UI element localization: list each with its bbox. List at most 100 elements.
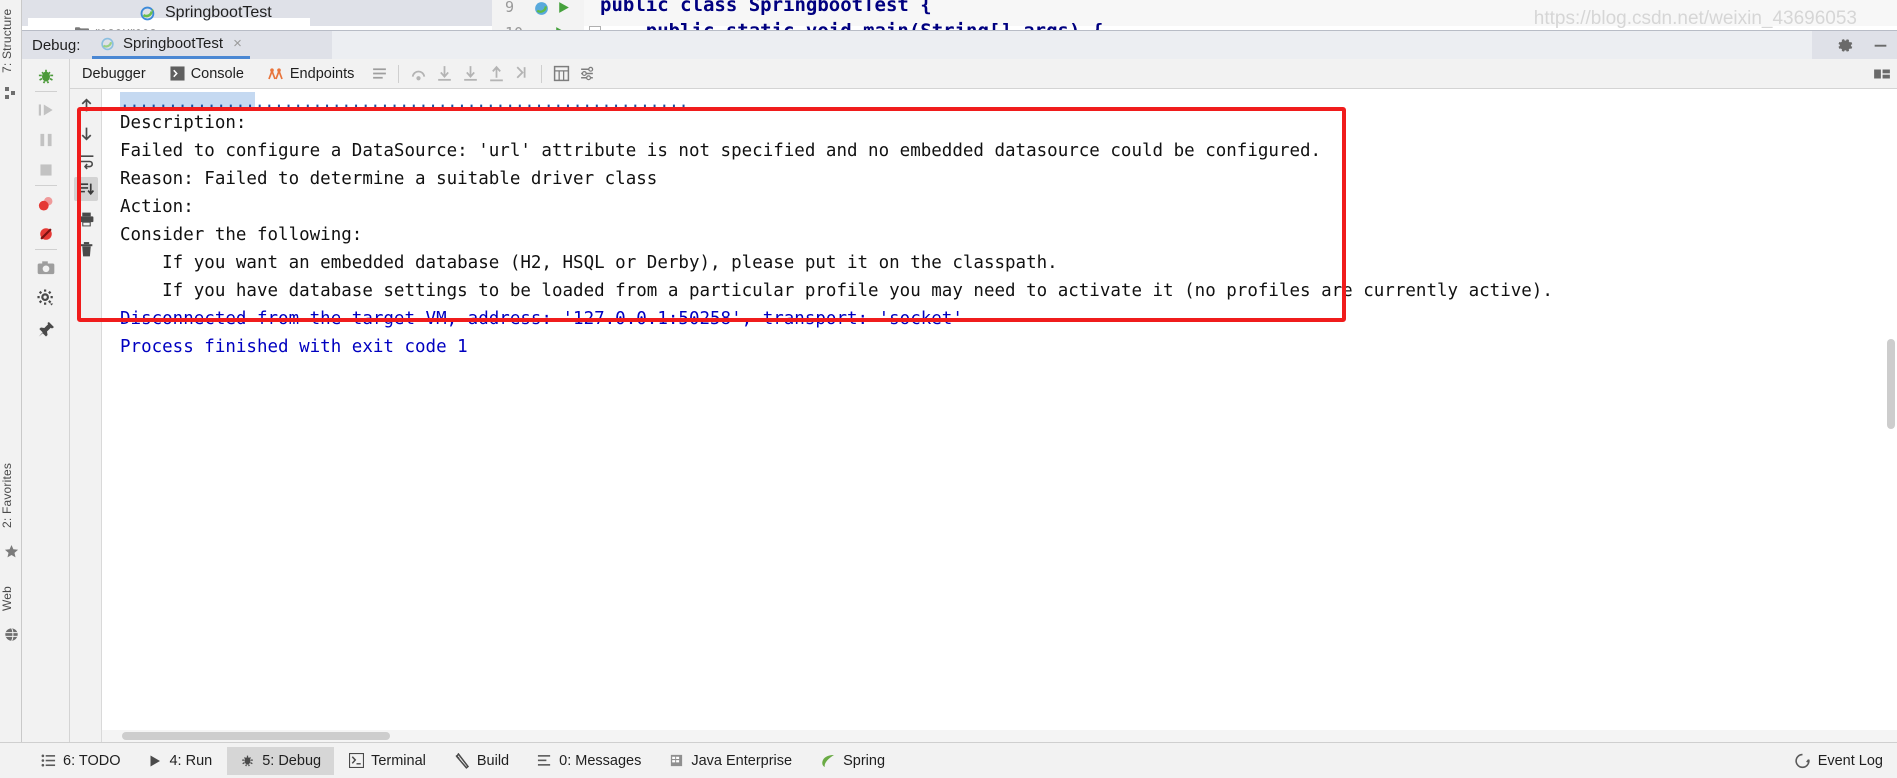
trash-icon[interactable]: [74, 237, 98, 261]
debug-tool-window: Debug: SpringbootTest ×: [22, 30, 1897, 742]
status-bar: 6: TODO 4: Run 5: Debug: [0, 742, 1897, 778]
console-line: Reason: Failed to determine a suitable d…: [102, 165, 1897, 193]
console-horizontal-scrollbar[interactable]: [102, 730, 1897, 742]
evaluate-expression-button[interactable]: [548, 61, 574, 87]
build-icon: [454, 753, 470, 769]
star-icon: [3, 543, 19, 559]
debug-run-configuration-label: SpringbootTest: [123, 35, 223, 52]
debug-run-configuration-tab[interactable]: SpringbootTest ×: [92, 31, 250, 59]
pause-program-button[interactable]: [33, 127, 59, 153]
run-gutter-icon[interactable]: [556, 0, 571, 15]
console-line: Failed to configure a DataSource: 'url' …: [102, 137, 1897, 165]
resume-program-button[interactable]: [33, 97, 59, 123]
camera-icon[interactable]: [33, 255, 59, 281]
statusbar-item-build[interactable]: Build: [441, 747, 522, 775]
toolbar-separator: [398, 65, 399, 83]
run-icon: [148, 754, 162, 768]
rail-item-favorites[interactable]: 2: Favorites: [0, 452, 22, 538]
event-log-icon: [1794, 753, 1811, 770]
console-line: If you have database settings to be load…: [102, 277, 1897, 305]
editor-tab-springboottest[interactable]: SpringbootTest: [140, 0, 272, 26]
left-tool-rail: 7: Structure 2: Favorites Web: [0, 0, 22, 778]
close-icon[interactable]: ×: [233, 35, 242, 52]
console-line: Process finished with exit code 1: [102, 333, 1897, 361]
rerun-debug-button[interactable]: [33, 63, 59, 89]
restore-layout-icon[interactable]: [1873, 65, 1891, 83]
statusbar-item-run-label: 4: Run: [169, 753, 212, 769]
ide-window: SpringbootTest resources 9 10: [0, 0, 1897, 778]
stop-program-button[interactable]: [33, 157, 59, 183]
scrollbar-thumb[interactable]: [122, 732, 390, 740]
debug-titlebar-filler: [332, 31, 1812, 59]
settings-list-button[interactable]: [574, 61, 600, 87]
structure-icon: [3, 84, 19, 100]
statusbar-item-messages[interactable]: 0: Messages: [524, 747, 654, 775]
debug-window-title: Debug:: [32, 37, 80, 54]
minimize-icon[interactable]: [1872, 37, 1889, 54]
show-options-menu-button[interactable]: [366, 61, 392, 87]
editor-tab-label: SpringbootTest: [165, 4, 272, 22]
run-to-cursor-button[interactable]: [509, 61, 535, 87]
mute-breakpoints-button[interactable]: [33, 221, 59, 247]
scroll-to-end-button[interactable]: [74, 177, 98, 201]
pin-icon[interactable]: [33, 317, 59, 343]
step-out-button[interactable]: [483, 61, 509, 87]
debug-titlebar-actions: [1837, 31, 1889, 59]
toolbar-separator: [541, 65, 542, 83]
rail-item-structure[interactable]: 7: Structure: [0, 2, 22, 80]
code-line: public class SpringbootTest {: [600, 0, 932, 16]
statusbar-item-spring[interactable]: Spring: [807, 747, 898, 775]
print-button[interactable]: [74, 207, 98, 231]
statusbar-item-todo[interactable]: 6: TODO: [28, 747, 133, 775]
spring-class-icon: [140, 5, 157, 22]
statusbar-event-log[interactable]: Event Log: [1794, 743, 1883, 778]
rail-item-web[interactable]: Web: [0, 576, 22, 620]
endpoints-icon: [268, 66, 284, 82]
scrollbar-thumb[interactable]: [1887, 339, 1895, 429]
statusbar-event-log-label: Event Log: [1818, 753, 1883, 769]
statusbar-item-todo-label: 6: TODO: [63, 753, 120, 769]
statusbar-item-terminal-label: Terminal: [371, 753, 426, 769]
console-icon: [170, 66, 185, 81]
force-step-into-button[interactable]: [457, 61, 483, 87]
console-line: Action:: [102, 193, 1897, 221]
console-output[interactable]: ........................................…: [102, 89, 1897, 743]
statusbar-item-java-enterprise-label: Java Enterprise: [691, 753, 792, 769]
console-line: Consider the following:: [102, 221, 1897, 249]
terminal-icon: [349, 753, 364, 768]
statusbar-item-terminal[interactable]: Terminal: [336, 747, 439, 775]
gear-icon[interactable]: [33, 285, 59, 311]
spring-bean-gutter-icon[interactable]: [533, 0, 550, 17]
down-the-stack-trace-button[interactable]: [74, 121, 98, 145]
tab-console[interactable]: Console: [158, 59, 256, 89]
view-breakpoints-button[interactable]: [33, 191, 59, 217]
debug-side-actions: [22, 59, 70, 743]
tab-debugger[interactable]: Debugger: [70, 59, 158, 89]
messages-icon: [537, 753, 552, 768]
todo-icon: [41, 753, 56, 768]
console-line: ........................................…: [102, 93, 1897, 109]
up-the-stack-trace-button[interactable]: [74, 93, 98, 117]
step-over-button[interactable]: [405, 61, 431, 87]
statusbar-item-run[interactable]: 4: Run: [135, 747, 225, 775]
statusbar-item-debug[interactable]: 5: Debug: [227, 747, 334, 775]
statusbar-item-build-label: Build: [477, 753, 509, 769]
debug-toolbar: Debugger Console: [22, 59, 1897, 89]
tab-endpoints-label: Endpoints: [290, 66, 355, 82]
step-into-button[interactable]: [431, 61, 457, 87]
console-side-actions: [70, 89, 102, 743]
soft-wrap-button[interactable]: [74, 149, 98, 173]
statusbar-item-debug-label: 5: Debug: [262, 753, 321, 769]
debug-titlebar: Debug: SpringbootTest ×: [22, 31, 1897, 59]
statusbar-item-java-enterprise[interactable]: Java Enterprise: [656, 747, 805, 775]
spring-run-config-icon: [100, 36, 116, 52]
line-number: 9: [505, 0, 514, 16]
tab-endpoints[interactable]: Endpoints: [256, 59, 367, 89]
debug-toolbar-right: [1873, 59, 1891, 89]
rail-item-favorites-label: 2: Favorites: [0, 462, 14, 527]
gear-icon[interactable]: [1837, 37, 1854, 54]
console-vertical-scrollbar[interactable]: [1885, 89, 1897, 743]
globe-icon: [3, 626, 19, 642]
spring-leaf-icon: [820, 753, 836, 769]
console-line: Description:: [102, 109, 1897, 137]
